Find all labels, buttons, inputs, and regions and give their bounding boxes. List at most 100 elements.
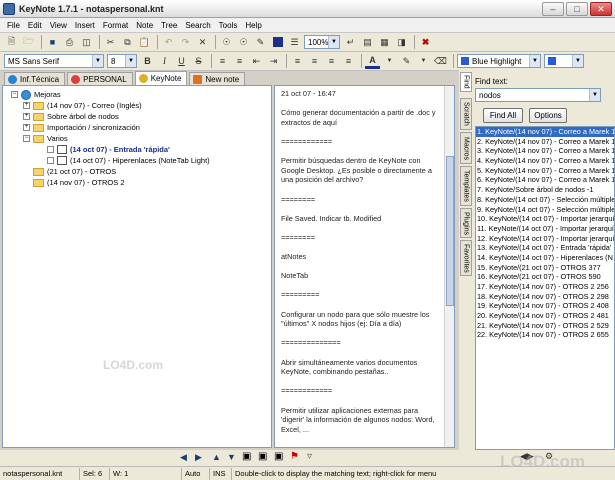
scrollbar-thumb[interactable] bbox=[446, 156, 454, 306]
open-folder-icon[interactable]: 🗁 bbox=[21, 35, 36, 50]
align-left-icon[interactable]: ≡ bbox=[290, 54, 305, 69]
tree-node[interactable]: + Importación / sincronización bbox=[23, 122, 140, 133]
tab-keynote[interactable]: KeyNote bbox=[134, 71, 188, 85]
tree-node-selected[interactable]: (14 oct 07) - Entrada 'rápida' bbox=[47, 144, 170, 155]
expand-icon[interactable]: + bbox=[23, 113, 30, 120]
result-item[interactable]: 14. KeyNote/(14 oct 07) - Hiperenlaces (… bbox=[476, 253, 614, 263]
menu-search[interactable]: Search bbox=[181, 21, 214, 30]
underline-icon[interactable]: U bbox=[174, 54, 189, 69]
tab-favorites[interactable]: Favorites bbox=[460, 240, 472, 276]
find-all-button[interactable]: Find All bbox=[483, 108, 523, 123]
delete-icon[interactable]: ✖ bbox=[418, 35, 433, 50]
highlight-color-icon[interactable]: ✎ bbox=[399, 54, 414, 69]
result-item[interactable]: 1. KeyNote/(14 nov 07) - Correo a Marek … bbox=[476, 127, 614, 137]
menu-note[interactable]: Note bbox=[132, 21, 157, 30]
tab-find[interactable]: Find bbox=[460, 72, 472, 92]
result-item[interactable]: 13. KeyNote/(14 oct 07) - Entrada 'rápid… bbox=[476, 243, 614, 253]
find-next-icon[interactable]: ☉ bbox=[236, 35, 251, 50]
bullets-icon[interactable]: ≡ bbox=[215, 54, 230, 69]
result-item[interactable]: 10. KeyNote/(14 oct 07) - Importar jerar… bbox=[476, 214, 614, 224]
result-item[interactable]: 5. KeyNote/(14 nov 07) - Correo a Marek … bbox=[476, 166, 614, 176]
menu-tools[interactable]: Tools bbox=[215, 21, 242, 30]
style-icon[interactable]: ☰ bbox=[287, 35, 302, 50]
result-item[interactable]: 11. KeyNote/(14 oct 07) - Importar jerar… bbox=[476, 224, 614, 234]
result-item[interactable]: 4. KeyNote/(14 nov 07) - Correo a Marek … bbox=[476, 156, 614, 166]
result-item[interactable]: 8. KeyNote/(14 oct 07) - Selección múlti… bbox=[476, 195, 614, 205]
outdent-icon[interactable]: ⇤ bbox=[249, 54, 264, 69]
font-combo[interactable]: MS Sans Serif ▼ bbox=[4, 54, 104, 68]
result-item[interactable]: 21. KeyNote/(14 nov 07) - OTROS 2 529 bbox=[476, 321, 614, 331]
find-input[interactable]: nodos ▼ bbox=[475, 88, 601, 102]
options-button[interactable]: Options bbox=[529, 108, 567, 123]
child-node-icon[interactable]: ▣ bbox=[258, 451, 267, 462]
minimize-button[interactable]: – bbox=[542, 2, 564, 16]
menu-help[interactable]: Help bbox=[241, 21, 265, 30]
align-center-icon[interactable]: ≡ bbox=[307, 54, 322, 69]
word-wrap-icon[interactable]: ↵ bbox=[343, 35, 358, 50]
style-combo[interactable]: ▼ bbox=[544, 54, 584, 68]
note-editor[interactable]: 21 oct 07 - 16:47 Cómo generar documentac… bbox=[274, 85, 455, 448]
indent-icon[interactable]: ⇥ bbox=[266, 54, 281, 69]
result-item[interactable]: 19. KeyNote/(14 nov 07) - OTROS 2 408 bbox=[476, 301, 614, 311]
show-tree-icon[interactable]: ▤ bbox=[360, 35, 375, 50]
checkbox[interactable] bbox=[47, 146, 54, 153]
tab-inf-tecnica[interactable]: Inf.Técnica bbox=[4, 72, 66, 85]
print-icon[interactable]: ⎙ bbox=[62, 35, 77, 50]
chevron-down-icon[interactable]: ▼ bbox=[416, 54, 431, 69]
result-item[interactable]: 9. KeyNote/(14 oct 07) - Selección múlti… bbox=[476, 205, 614, 215]
font-color-icon[interactable]: A bbox=[365, 54, 380, 69]
editor-scrollbar[interactable] bbox=[444, 86, 454, 447]
tree-node[interactable]: + Sobre árbol de nodos bbox=[23, 111, 119, 122]
find-icon[interactable]: ☉ bbox=[219, 35, 234, 50]
collapse-icon[interactable]: − bbox=[11, 91, 18, 98]
nav-up-icon[interactable]: ▲ bbox=[212, 452, 221, 462]
tab-personal[interactable]: PERSONAL bbox=[67, 72, 133, 85]
result-item[interactable]: 22. KeyNote/(14 nov 07) - OTROS 2 655 bbox=[476, 330, 614, 340]
clear-format-icon[interactable]: ⌫ bbox=[433, 54, 448, 69]
strikeout-icon[interactable]: S bbox=[191, 54, 206, 69]
delete-node-icon[interactable]: ⚑ bbox=[290, 451, 299, 462]
tab-macros[interactable]: Macros bbox=[460, 132, 472, 164]
copy-icon[interactable]: ⧉ bbox=[120, 35, 135, 50]
tree-node[interactable]: (14 nov 07) - OTROS 2 bbox=[33, 177, 125, 188]
result-item[interactable]: 20. KeyNote/(14 nov 07) - OTROS 2 481 bbox=[476, 311, 614, 321]
tab-new-note[interactable]: New note bbox=[189, 72, 246, 85]
checkbox[interactable] bbox=[47, 157, 54, 164]
tab-scratch[interactable]: Scratch bbox=[460, 98, 472, 130]
tree-node[interactable]: (14 oct 07) - Hiperenlaces (NoteTab Ligh… bbox=[47, 155, 210, 166]
color-square-icon[interactable] bbox=[270, 35, 285, 50]
new-node-icon[interactable]: ▣ bbox=[242, 451, 251, 462]
preview-icon[interactable]: ◫ bbox=[79, 35, 94, 50]
menu-view[interactable]: View bbox=[46, 21, 71, 30]
align-right-icon[interactable]: ≡ bbox=[324, 54, 339, 69]
tree-node[interactable]: − Mejoras bbox=[11, 89, 61, 100]
new-file-icon[interactable]: 🗎 bbox=[4, 35, 19, 50]
nav-down-icon[interactable]: ▼ bbox=[227, 452, 236, 462]
chevron-down-icon[interactable]: ▼ bbox=[382, 54, 397, 69]
expand-icon[interactable]: + bbox=[23, 102, 30, 109]
result-item[interactable]: 3. KeyNote/(14 nov 07) - Correo a Marek … bbox=[476, 146, 614, 156]
result-item[interactable]: 12. KeyNote/(14 oct 07) - Importar jerar… bbox=[476, 234, 614, 244]
collapse-icon[interactable]: − bbox=[23, 135, 30, 142]
notes-icon[interactable]: ◨ bbox=[394, 35, 409, 50]
highlight-style-combo[interactable]: Blue Highlight ▼ bbox=[457, 54, 541, 68]
replace-icon[interactable]: ✎ bbox=[253, 35, 268, 50]
menu-format[interactable]: Format bbox=[99, 21, 132, 30]
tree-node[interactable]: + (14 nov 07) - Correo (Inglés) bbox=[23, 100, 142, 111]
filter-icon[interactable]: ▿ bbox=[307, 451, 312, 462]
tab-plugins[interactable]: Plugins bbox=[460, 208, 472, 238]
expand-icon[interactable]: + bbox=[23, 124, 30, 131]
clear-icon[interactable]: ✕ bbox=[195, 35, 210, 50]
result-item[interactable]: 16. KeyNote/(21 oct 07) - OTROS 590 bbox=[476, 272, 614, 282]
tree-node[interactable]: − Varios bbox=[23, 133, 68, 144]
close-button[interactable]: ✕ bbox=[590, 2, 612, 16]
save-icon[interactable]: ■ bbox=[45, 35, 60, 50]
result-item[interactable]: 18. KeyNote/(14 nov 07) - OTROS 2 298 bbox=[476, 292, 614, 302]
result-item[interactable]: 15. KeyNote/(21 oct 07) - OTROS 377 bbox=[476, 263, 614, 273]
result-item[interactable]: 2. KeyNote/(14 nov 07) - Correo a Marek … bbox=[476, 137, 614, 147]
nav-forward-icon[interactable]: ▶ bbox=[195, 452, 202, 463]
justify-icon[interactable]: ≡ bbox=[341, 54, 356, 69]
search-results-list[interactable]: 1. KeyNote/(14 nov 07) - Correo a Marek … bbox=[475, 126, 615, 450]
italic-icon[interactable]: I bbox=[157, 54, 172, 69]
cut-icon[interactable]: ✂ bbox=[103, 35, 118, 50]
